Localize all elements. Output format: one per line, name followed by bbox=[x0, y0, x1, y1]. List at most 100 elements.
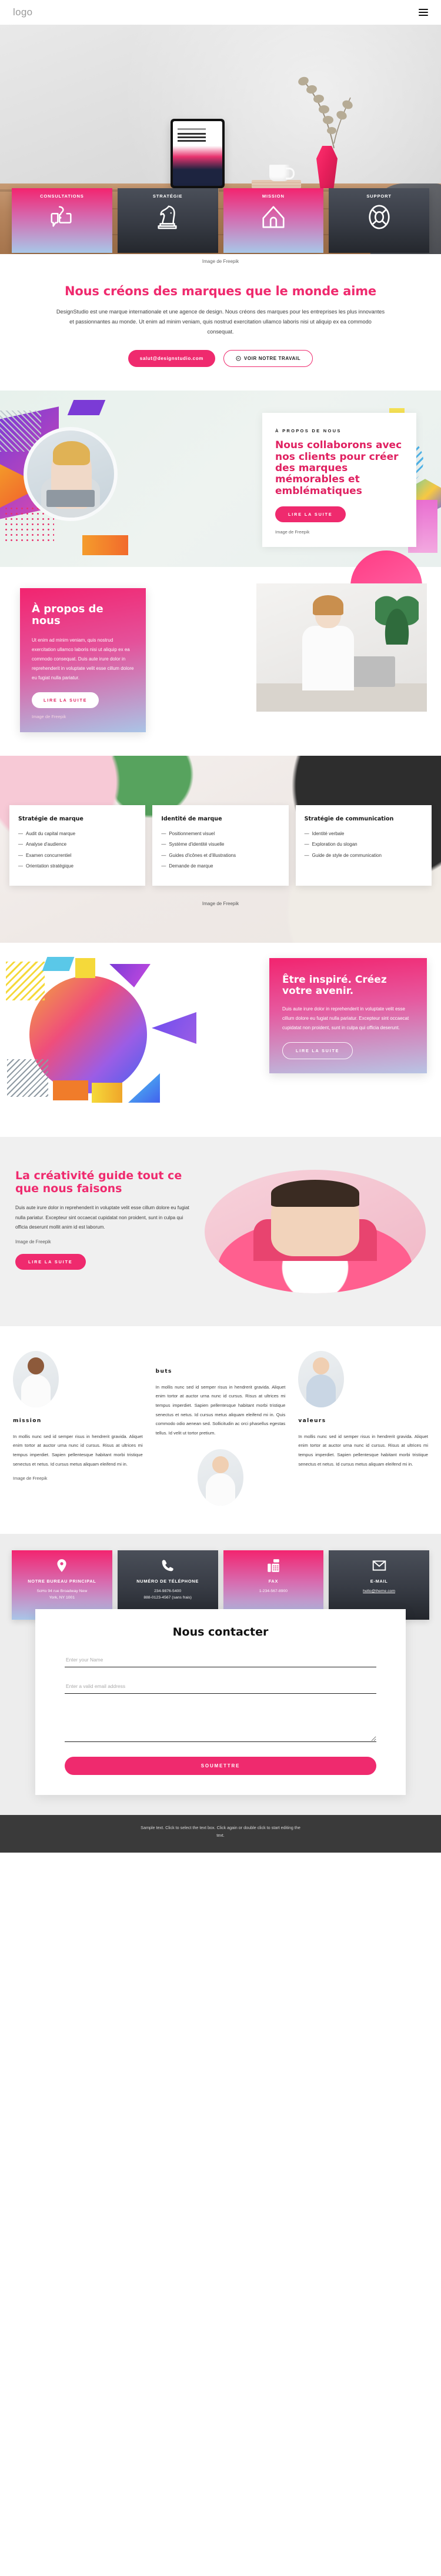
services-section: Stratégie de marque Audit du capital mar… bbox=[0, 756, 441, 943]
decor-violet-bar bbox=[67, 400, 106, 416]
service-list-item: Positionnement visuel bbox=[161, 829, 279, 839]
mission-goals-values-section: mission In mollis nunc sed id semper ris… bbox=[0, 1326, 441, 1534]
intro-button-row: salut@designstudio.com VOIR NOTRE TRAVAI… bbox=[34, 350, 407, 368]
about-split-read-more-button[interactable]: LIRE LA SUITE bbox=[32, 692, 99, 708]
about-geo-read-more-button[interactable]: LIRE LA SUITE bbox=[275, 506, 346, 523]
dried-flowers-decor bbox=[265, 61, 353, 149]
mbv-column-buts: buts In mollis nunc sed id semper risus … bbox=[155, 1351, 286, 1506]
about-circle-photo bbox=[24, 427, 118, 522]
service-column-title: Stratégie de marque bbox=[18, 815, 83, 822]
chess-knight-icon bbox=[154, 203, 181, 231]
name-input[interactable] bbox=[65, 1653, 376, 1668]
contact-card-title: FAX bbox=[268, 1579, 279, 1584]
service-list-item: Exploration du slogan bbox=[305, 840, 423, 849]
laptop-device bbox=[171, 119, 225, 188]
service-column-communication-strategy: Stratégie de communication Identité verb… bbox=[295, 805, 432, 886]
service-list-item: Guide de style de communication bbox=[305, 851, 423, 860]
service-card-title: SUPPORT bbox=[366, 193, 392, 199]
service-list-item: Identité verbale bbox=[305, 829, 423, 839]
services-credit: Image de Freepik bbox=[202, 900, 239, 906]
envelope-icon bbox=[372, 1558, 387, 1573]
service-list-item: Demande de marque bbox=[161, 862, 279, 871]
pink-vase bbox=[316, 146, 338, 188]
service-column-title: Stratégie de communication bbox=[304, 815, 394, 822]
creativity-section: La créativité guide tout ce que nous fai… bbox=[0, 1136, 441, 1326]
house-icon bbox=[260, 203, 287, 231]
about-office-photo bbox=[256, 583, 427, 712]
fax-icon bbox=[266, 1558, 281, 1573]
about-split-credit: Image de Freepik bbox=[32, 713, 66, 719]
creativity-flamingo-photo bbox=[205, 1169, 426, 1293]
email-input[interactable] bbox=[65, 1679, 376, 1694]
about-geo-heading: Nous collaborons avec nos clients pour c… bbox=[275, 439, 402, 497]
map-pin-icon bbox=[54, 1558, 69, 1573]
footer-text: Sample text. Click to select the text bo… bbox=[141, 1825, 300, 1838]
contact-card-title: NUMÉRO DE TÉLÉPHONE bbox=[136, 1579, 199, 1584]
service-card-consultations[interactable]: CONSULTATIONS bbox=[12, 188, 112, 253]
contact-card-line1: SoHo 94 rue Broadway New bbox=[36, 1589, 88, 1594]
intro-paragraph: DesignStudio est une marque internationa… bbox=[56, 309, 385, 335]
coffee-mug bbox=[269, 165, 295, 181]
mbv-title: buts bbox=[155, 1368, 172, 1374]
contact-section: NOTRE BUREAU PRINCIPAL SoHo 94 rue Broad… bbox=[0, 1534, 441, 1816]
creativity-credit: Image de Freepik bbox=[15, 1239, 51, 1245]
hamburger-menu-icon[interactable] bbox=[419, 9, 428, 16]
site-logo[interactable]: logo bbox=[13, 6, 32, 18]
inspire-paragraph: Duis aute irure dolor in reprehenderit i… bbox=[282, 1006, 409, 1030]
hero-banner: CONSULTATIONS STRATÉGIE MISSION SUPPORT bbox=[0, 25, 441, 254]
view-work-button[interactable]: VOIR NOTRE TRAVAIL bbox=[223, 350, 313, 368]
phone-icon bbox=[160, 1558, 175, 1573]
avatar bbox=[13, 1350, 59, 1407]
creativity-heading: La créativité guide tout ce que nous fai… bbox=[15, 1169, 182, 1195]
mbv-title: valeurs bbox=[298, 1417, 326, 1424]
about-eyebrow: À PROPOS DE NOUS bbox=[275, 428, 342, 434]
intro-heading: Nous créons des marques que le monde aim… bbox=[65, 284, 376, 298]
hero-image-credit: Image de Freepik bbox=[0, 254, 441, 264]
mbv-title: mission bbox=[13, 1417, 42, 1424]
service-card-support[interactable]: SUPPORT bbox=[329, 188, 429, 253]
about-pink-panel: À propos de nous Ut enim ad minim veniam… bbox=[20, 588, 146, 732]
site-header: logo bbox=[0, 0, 441, 25]
avatar bbox=[298, 1350, 345, 1407]
service-item-list: Audit du capital marque Analyse d'audien… bbox=[18, 829, 136, 871]
mbv-row: mission In mollis nunc sed id semper ris… bbox=[13, 1350, 429, 1506]
creativity-paragraph: Duis aute irure dolor in reprehenderit i… bbox=[15, 1205, 189, 1230]
service-list-item: Analyse d'audience bbox=[18, 840, 136, 849]
mbv-credit: Image de Freepik bbox=[13, 1476, 48, 1481]
email-cta-button[interactable]: salut@designstudio.com bbox=[128, 350, 215, 368]
inspire-panel: Être inspiré. Créez votre avenir. Duis a… bbox=[269, 957, 427, 1073]
about-split-section: À propos de nous Ut enim ad minim veniam… bbox=[0, 550, 441, 756]
service-column-brand-strategy: Stratégie de marque Audit du capital mar… bbox=[9, 805, 146, 886]
service-card-row: CONSULTATIONS STRATÉGIE MISSION SUPPORT bbox=[0, 188, 441, 253]
contact-form-card: Nous contacter SOUMETTRE bbox=[35, 1609, 406, 1796]
inspire-section: Être inspiré. Créez votre avenir. Duis a… bbox=[0, 942, 441, 1137]
contact-card-title: NOTRE BUREAU PRINCIPAL bbox=[28, 1579, 96, 1584]
about-split-heading: À propos de nous bbox=[32, 603, 103, 628]
service-item-list: Positionnement visuel Système d'identité… bbox=[161, 829, 279, 871]
creativity-text-block: La créativité guide tout ce que nous fai… bbox=[15, 1169, 192, 1270]
message-textarea[interactable] bbox=[65, 1706, 376, 1743]
service-card-title: CONSULTATIONS bbox=[40, 193, 84, 199]
creativity-read-more-button[interactable]: LIRE LA SUITE bbox=[15, 1254, 86, 1270]
service-list-item: Audit du capital marque bbox=[18, 829, 136, 839]
mbv-paragraph: In mollis nunc sed id semper risus in he… bbox=[13, 1433, 143, 1467]
inspire-read-more-button[interactable]: LIRE LA SUITE bbox=[282, 1042, 353, 1059]
service-card-mission[interactable]: MISSION bbox=[223, 188, 324, 253]
service-column-title: Identité de marque bbox=[161, 815, 222, 822]
service-list-item: Système d'identité visuelle bbox=[161, 840, 279, 849]
contact-card-line1: 1-234-567-8900 bbox=[259, 1589, 288, 1594]
mbv-column-mission: mission In mollis nunc sed id semper ris… bbox=[13, 1350, 143, 1481]
intro-section: Nous créons des marques que le monde aim… bbox=[0, 264, 441, 391]
contact-card-line1[interactable]: hello@theme.com bbox=[363, 1589, 395, 1595]
submit-button[interactable]: SOUMETTRE bbox=[65, 1757, 376, 1776]
service-card-strategie[interactable]: STRATÉGIE bbox=[117, 188, 218, 253]
mbv-paragraph: In mollis nunc sed id semper risus in he… bbox=[298, 1433, 429, 1467]
mbv-paragraph: In mollis nunc sed id semper risus in he… bbox=[155, 1384, 286, 1436]
avatar bbox=[198, 1449, 243, 1506]
service-item-list: Identité verbale Exploration du slogan G… bbox=[305, 829, 423, 860]
contact-card-line1: 234-9876-5400 bbox=[154, 1589, 182, 1594]
service-list-item: Guides d'icônes et d'illustrations bbox=[161, 851, 279, 860]
play-circle-icon bbox=[236, 356, 241, 361]
about-geo-card: À PROPOS DE NOUS Nous collaborons avec n… bbox=[262, 413, 416, 548]
mbv-column-valeurs: valeurs In mollis nunc sed id semper ris… bbox=[298, 1350, 429, 1469]
